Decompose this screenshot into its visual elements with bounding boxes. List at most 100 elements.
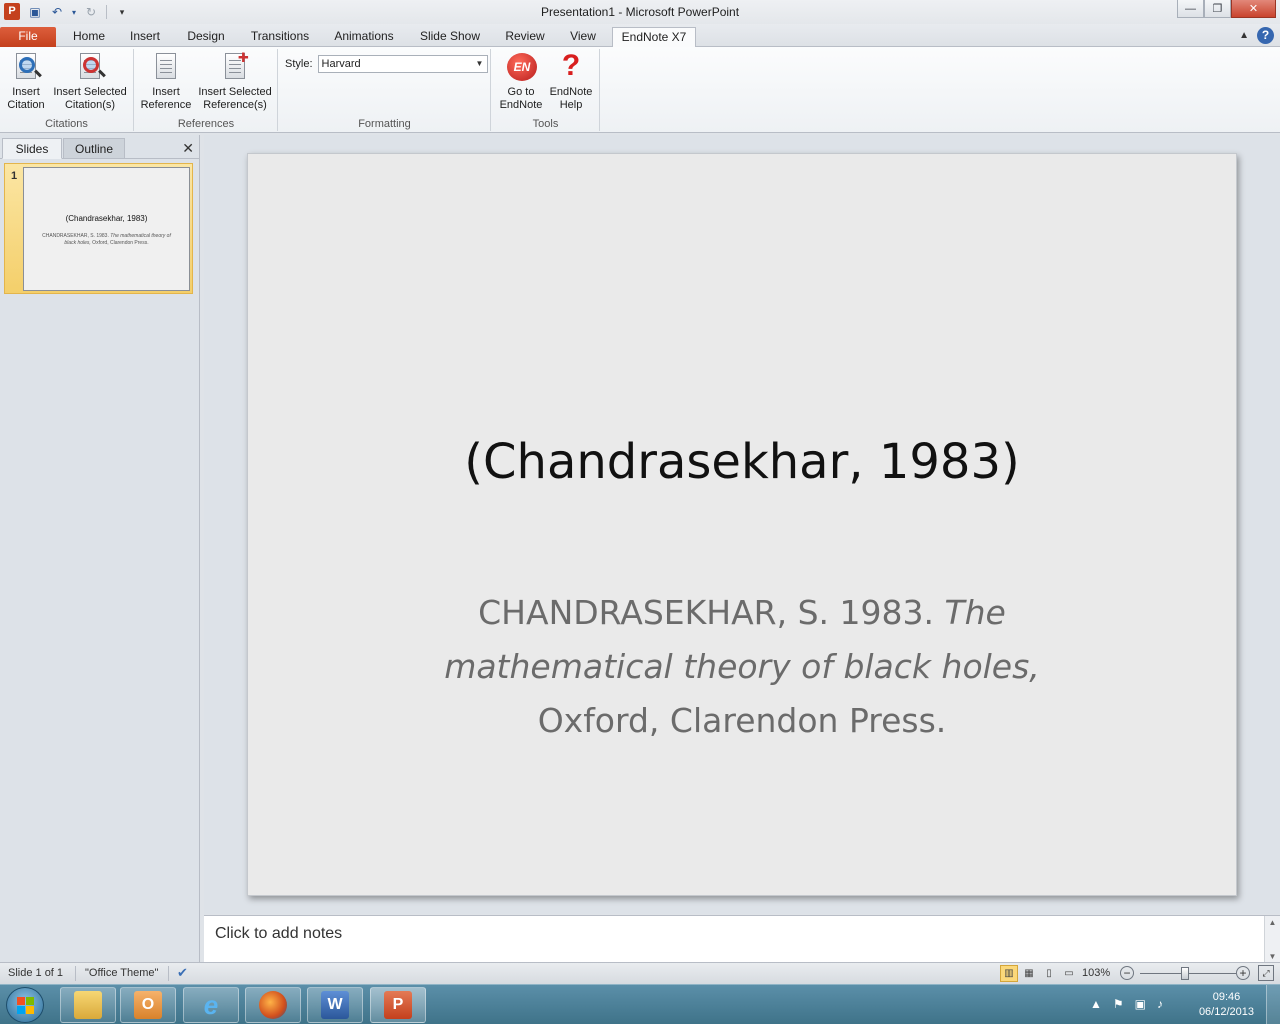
slide-editor: (Chandrasekhar, 1983) CHANDRASEKHAR, S. …	[204, 135, 1280, 914]
normal-view-icon[interactable]: ▥	[1000, 965, 1018, 982]
window-title: Presentation1 - Microsoft PowerPoint	[540, 5, 740, 19]
slides-pane: Slides Outline ✕ 1 (Chandrasekhar, 1983)…	[0, 135, 200, 962]
insert-citation-button[interactable]: Insert Citation	[4, 51, 48, 112]
insert-reference-label-1: Insert	[152, 86, 180, 98]
view-buttons: ▥ ▦ ▯ ▭	[1000, 965, 1078, 982]
close-pane-icon[interactable]: ✕	[182, 140, 194, 157]
group-label-citations: Citations	[45, 118, 88, 130]
outlook-icon: O	[134, 991, 162, 1019]
tab-view[interactable]: View	[564, 27, 602, 47]
taskbar-internet-explorer[interactable]: e	[183, 987, 239, 1023]
zoom-slider-thumb[interactable]	[1181, 967, 1189, 980]
tab-home[interactable]: Home	[66, 27, 112, 47]
tab-slide-show[interactable]: Slide Show	[414, 27, 486, 47]
taskbar-powerpoint[interactable]: P	[370, 987, 426, 1023]
insert-selected-references-icon: ✚	[219, 51, 251, 83]
folder-icon	[74, 991, 102, 1019]
status-separator	[168, 966, 169, 981]
insert-reference-button[interactable]: Insert Reference	[139, 51, 193, 112]
insert-selected-references-label-2: Reference(s)	[203, 99, 267, 111]
slide-body[interactable]: CHANDRASEKHAR, S. 1983. The mathematical…	[398, 586, 1086, 748]
style-row: Style: Harvard ▼	[285, 55, 488, 73]
group-label-tools: Tools	[532, 118, 559, 130]
zoom-level[interactable]: 103%	[1082, 967, 1110, 979]
endnote-help-button[interactable]: ? EndNote Help	[546, 49, 596, 112]
slide-body-plain: CHANDRASEKHAR, S. 1983.	[478, 593, 945, 632]
taskbar-explorer[interactable]	[60, 987, 116, 1023]
slide-number: 1	[11, 170, 18, 182]
system-tray: ▲ ⚑ ▣ ♪ 09:46 06/12/2013	[1080, 985, 1280, 1024]
pane-tabs: Slides Outline ✕	[0, 137, 200, 159]
fit-to-window-icon[interactable]: ⤢	[1258, 965, 1274, 981]
taskbar-word[interactable]: W	[307, 987, 363, 1023]
show-desktop-button[interactable]	[1266, 985, 1280, 1024]
go-to-endnote-button[interactable]: EN Go to EndNote	[496, 51, 546, 112]
minimize-icon[interactable]: —	[1177, 0, 1204, 18]
show-hidden-icons-icon[interactable]: ▲	[1090, 997, 1102, 1011]
firefox-icon	[259, 991, 287, 1019]
taskbar-firefox[interactable]	[245, 987, 301, 1023]
slide-title[interactable]: (Chandrasekhar, 1983)	[248, 434, 1236, 490]
endnote-help-label-1: EndNote	[549, 86, 593, 98]
minimize-ribbon-icon[interactable]: ▲	[1239, 30, 1249, 41]
tab-file[interactable]: File	[0, 27, 56, 47]
slide-show-icon[interactable]: ▭	[1060, 965, 1078, 982]
help-icon[interactable]: ?	[1257, 27, 1274, 44]
restore-icon[interactable]: ❐	[1204, 0, 1231, 18]
slide-thumbnail-selected[interactable]: 1 (Chandrasekhar, 1983) CHANDRASEKHAR, S…	[4, 163, 193, 294]
reading-view-icon[interactable]: ▯	[1040, 965, 1058, 982]
group-citations: Insert Citation Insert Selected Citation…	[0, 49, 134, 131]
ribbon-endnote: Insert Citation Insert Selected Citation…	[0, 47, 1280, 133]
tab-outline[interactable]: Outline	[63, 138, 125, 159]
slide-body-end: Oxford, Clarendon Press.	[537, 701, 947, 740]
ribbon-tab-controls: ▲ ?	[1239, 27, 1274, 44]
action-center-flag-icon[interactable]: ⚑	[1113, 997, 1124, 1011]
tab-slides[interactable]: Slides	[2, 138, 62, 159]
start-button[interactable]	[6, 987, 44, 1023]
insert-selected-citations-label-2: Citation(s)	[64, 99, 116, 111]
tab-review[interactable]: Review	[500, 27, 550, 47]
theme-name[interactable]: "Office Theme"	[85, 967, 158, 979]
tab-insert[interactable]: Insert	[123, 27, 167, 47]
insert-selected-citations-button[interactable]: Insert Selected Citation(s)	[50, 51, 130, 112]
chevron-down-icon[interactable]: ▼	[473, 56, 487, 72]
slide-sorter-icon[interactable]: ▦	[1020, 965, 1038, 982]
insert-selected-citations-icon	[74, 51, 106, 83]
windows-taskbar: O e W P ▲ ⚑ ▣ ♪ 09:46 06/12/2013	[0, 984, 1280, 1024]
volume-icon[interactable]: ♪	[1157, 997, 1163, 1011]
group-tools: EN Go to EndNote ? EndNote Help Tools	[492, 49, 600, 131]
notes-pane[interactable]: Click to add notes ▲ ▼	[204, 915, 1280, 963]
scroll-down-icon[interactable]: ▼	[1265, 952, 1280, 961]
thumbnail-body-end: Oxford, Clarendon Press.	[90, 240, 149, 246]
slide-thumbnail[interactable]: (Chandrasekhar, 1983) CHANDRASEKHAR, S. …	[23, 167, 190, 291]
slide-canvas[interactable]: (Chandrasekhar, 1983) CHANDRASEKHAR, S. …	[247, 153, 1237, 896]
zoom-out-icon[interactable]: −	[1120, 966, 1134, 980]
title-bar: P ▣ ↶ ▾ ↻ ▾ Presentation1 - Microsoft Po…	[0, 0, 1280, 24]
clock-time: 09:46	[1212, 991, 1241, 1003]
go-to-endnote-label-2: EndNote	[499, 99, 543, 111]
word-icon: W	[321, 991, 349, 1019]
tab-endnote-x7[interactable]: EndNote X7	[612, 27, 696, 48]
status-bar: Slide 1 of 1 "Office Theme" ✔ ▥ ▦ ▯ ▭ 10…	[0, 962, 1280, 984]
insert-selected-references-button[interactable]: ✚ Insert Selected Reference(s)	[195, 51, 275, 112]
tab-transitions[interactable]: Transitions	[245, 27, 315, 47]
insert-reference-icon	[150, 51, 182, 83]
tab-design[interactable]: Design	[181, 27, 231, 47]
insert-selected-citations-label-1: Insert Selected	[53, 86, 127, 98]
zoom-in-icon[interactable]: +	[1236, 966, 1250, 980]
go-to-endnote-label-1: Go to	[507, 86, 535, 98]
status-separator	[75, 966, 76, 981]
notes-placeholder[interactable]: Click to add notes	[215, 925, 342, 943]
clock[interactable]: 09:46 06/12/2013	[1199, 990, 1254, 1020]
taskbar-outlook[interactable]: O	[120, 987, 176, 1023]
tab-animations[interactable]: Animations	[329, 27, 399, 47]
insert-citation-label-2: Citation	[7, 99, 45, 111]
scroll-up-icon[interactable]: ▲	[1265, 918, 1280, 927]
tray-icons: ▲ ⚑ ▣ ♪	[1090, 997, 1163, 1011]
endnote-help-label-2: Help	[559, 99, 583, 111]
close-window-icon[interactable]: ✕	[1231, 0, 1276, 18]
notes-scrollbar[interactable]: ▲ ▼	[1264, 916, 1280, 963]
style-dropdown[interactable]: Harvard ▼	[317, 55, 488, 73]
spelling-check-icon[interactable]: ✔	[177, 965, 188, 981]
network-icon[interactable]: ▣	[1135, 997, 1146, 1011]
